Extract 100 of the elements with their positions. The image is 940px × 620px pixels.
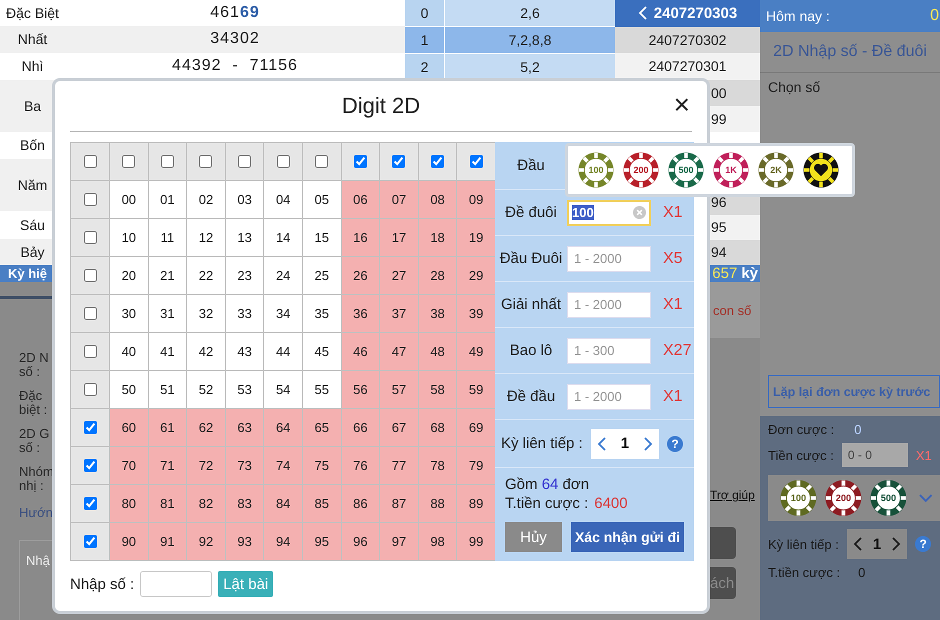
number-cell[interactable]: 52: [187, 371, 226, 409]
number-cell[interactable]: 31: [148, 295, 188, 333]
number-cell[interactable]: 29: [457, 257, 496, 295]
number-cell[interactable]: 76: [342, 447, 380, 485]
number-cell[interactable]: 39: [457, 295, 496, 333]
number-cell[interactable]: 89: [457, 485, 496, 523]
chip-button[interactable]: 100: [578, 152, 614, 188]
period-stepper[interactable]: 1: [846, 529, 908, 559]
input-field[interactable]: [140, 571, 212, 597]
number-cell[interactable]: 55: [302, 371, 342, 409]
number-cell[interactable]: 38: [418, 295, 458, 333]
number-cell[interactable]: 59: [457, 371, 496, 409]
number-cell[interactable]: 98: [418, 523, 458, 561]
number-cell[interactable]: 40: [110, 333, 149, 371]
number-cell[interactable]: 99: [457, 523, 496, 561]
period-item[interactable]: 2407270301: [615, 53, 760, 80]
checkbox[interactable]: [84, 307, 96, 320]
checkbox[interactable]: [84, 421, 96, 434]
number-cell[interactable]: 06: [342, 181, 380, 219]
number-cell[interactable]: 44: [264, 333, 303, 371]
checkbox[interactable]: [84, 497, 96, 510]
number-cell[interactable]: 42: [187, 333, 226, 371]
number-cell[interactable]: 16: [342, 219, 380, 257]
number-cell[interactable]: 08: [418, 181, 458, 219]
number-cell[interactable]: 70: [110, 447, 149, 485]
number-cell[interactable]: 25: [302, 257, 342, 295]
number-cell[interactable]: 11: [148, 219, 188, 257]
number-cell[interactable]: 20: [110, 257, 149, 295]
number-cell[interactable]: 81: [148, 485, 188, 523]
number-cell[interactable]: 05: [302, 181, 342, 219]
number-cell[interactable]: 97: [380, 523, 419, 561]
number-cell[interactable]: 10: [110, 219, 149, 257]
number-cell[interactable]: 48: [418, 333, 458, 371]
checkbox[interactable]: [354, 155, 367, 168]
number-cell[interactable]: 45: [302, 333, 342, 371]
number-cell[interactable]: 82: [187, 485, 226, 523]
number-cell[interactable]: 78: [418, 447, 458, 485]
number-cell[interactable]: 35: [302, 295, 342, 333]
number-cell[interactable]: 63: [226, 409, 264, 447]
checkbox[interactable]: [84, 459, 96, 472]
number-cell[interactable]: 22: [187, 257, 226, 295]
number-cell[interactable]: 54: [264, 371, 303, 409]
checkbox[interactable]: [276, 155, 290, 168]
number-cell[interactable]: 09: [457, 181, 496, 219]
number-cell[interactable]: 77: [380, 447, 419, 485]
checkbox[interactable]: [84, 193, 96, 206]
number-cell[interactable]: 96: [342, 523, 380, 561]
number-cell[interactable]: 75: [302, 447, 342, 485]
number-cell[interactable]: 01: [148, 181, 188, 219]
stake-field[interactable]: 0 - 0: [842, 443, 908, 467]
number-cell[interactable]: 74: [264, 447, 303, 485]
number-cell[interactable]: 85: [302, 485, 342, 523]
number-cell[interactable]: 19: [457, 219, 496, 257]
number-cell[interactable]: 71: [148, 447, 188, 485]
help-icon[interactable]: ?: [667, 436, 684, 452]
period-stepper[interactable]: 1: [590, 428, 660, 458]
number-cell[interactable]: 30: [110, 295, 149, 333]
number-cell[interactable]: 32: [187, 295, 226, 333]
checkbox[interactable]: [84, 269, 96, 282]
checkbox[interactable]: [84, 535, 96, 548]
chip-button[interactable]: 200: [623, 152, 659, 188]
number-cell[interactable]: 43: [226, 333, 264, 371]
period-item[interactable]: 99: [711, 110, 727, 126]
number-cell[interactable]: 17: [380, 219, 419, 257]
number-cell[interactable]: 80: [110, 485, 149, 523]
number-cell[interactable]: 93: [226, 523, 264, 561]
number-cell[interactable]: 56: [342, 371, 380, 409]
number-cell[interactable]: 23: [226, 257, 264, 295]
number-cell[interactable]: 65: [302, 409, 342, 447]
number-cell[interactable]: 49: [457, 333, 496, 371]
period-item[interactable]: 94: [711, 244, 727, 260]
checkbox[interactable]: [199, 155, 212, 168]
number-cell[interactable]: 91: [148, 523, 188, 561]
confirm-button[interactable]: Xác nhận gửi đi: [570, 522, 684, 552]
checkbox[interactable]: [470, 155, 483, 168]
number-cell[interactable]: 03: [226, 181, 264, 219]
number-cell[interactable]: 60: [110, 409, 149, 447]
number-cell[interactable]: 47: [380, 333, 419, 371]
number-cell[interactable]: 53: [226, 371, 264, 409]
checkbox[interactable]: [431, 155, 444, 168]
number-cell[interactable]: 62: [187, 409, 226, 447]
period-item[interactable]: 2407270303: [615, 0, 760, 26]
number-cell[interactable]: 94: [264, 523, 303, 561]
number-cell[interactable]: 14: [264, 219, 303, 257]
number-cell[interactable]: 27: [380, 257, 419, 295]
checkbox[interactable]: [84, 155, 96, 168]
checkbox[interactable]: [392, 155, 406, 168]
chevron-right-icon[interactable]: [643, 436, 654, 452]
number-cell[interactable]: 90: [110, 523, 149, 561]
number-cell[interactable]: 04: [264, 181, 303, 219]
number-cell[interactable]: 07: [380, 181, 419, 219]
number-cell[interactable]: 02: [187, 181, 226, 219]
number-cell[interactable]: 57: [380, 371, 419, 409]
number-cell[interactable]: 41: [148, 333, 188, 371]
number-cell[interactable]: 00: [110, 181, 149, 219]
number-cell[interactable]: 50: [110, 371, 149, 409]
number-cell[interactable]: 33: [226, 295, 264, 333]
chip-button[interactable]: 500: [870, 479, 906, 517]
number-cell[interactable]: 15: [302, 219, 342, 257]
number-cell[interactable]: 24: [264, 257, 303, 295]
